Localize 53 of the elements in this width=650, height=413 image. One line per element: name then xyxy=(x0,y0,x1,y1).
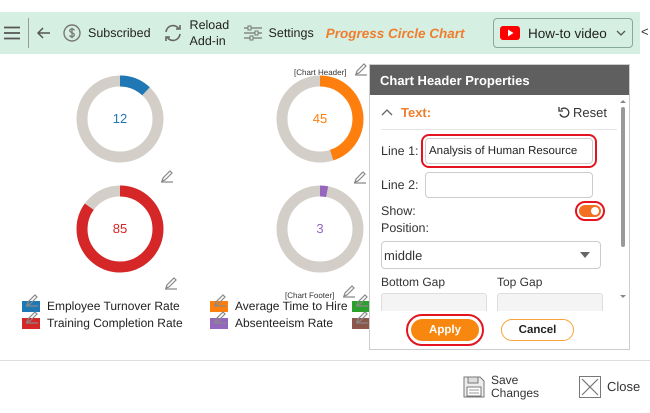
pencil-icon[interactable] xyxy=(25,293,39,307)
save-changes-button[interactable]: Save Changes xyxy=(463,374,539,400)
play-icon xyxy=(500,26,520,40)
subscribed-button[interactable]: Subscribed xyxy=(63,24,151,42)
field-label: Position: xyxy=(381,221,430,235)
reset-icon xyxy=(558,106,570,118)
cancel-button[interactable]: Cancel xyxy=(501,319,574,341)
close-button[interactable]: Close xyxy=(579,376,640,398)
pencil-icon[interactable] xyxy=(342,284,356,298)
field-label: Line 2: xyxy=(381,178,420,192)
pencil-icon[interactable] xyxy=(353,170,367,184)
chevron-down-icon xyxy=(616,30,626,36)
field-label: Show: xyxy=(381,204,416,218)
reset-button[interactable]: Reset xyxy=(558,104,607,120)
position-select[interactable]: middle xyxy=(381,241,601,269)
reload-icon xyxy=(162,24,183,42)
close-icon xyxy=(579,376,601,398)
back-arrow-icon[interactable] xyxy=(37,27,51,39)
number-field[interactable] xyxy=(381,293,487,311)
circle-value: 12 xyxy=(112,111,128,127)
panel-title: Chart Header Properties xyxy=(370,65,629,95)
legend-label: Average Time to Hire xyxy=(235,299,348,313)
sliders-icon xyxy=(244,25,262,41)
field-label: Top Gap xyxy=(497,275,544,289)
chevron-up-icon[interactable] xyxy=(381,108,393,116)
circle-value: 45 xyxy=(312,111,328,127)
circle-value: 85 xyxy=(112,221,128,237)
dollar-icon xyxy=(63,24,81,42)
pencil-icon[interactable] xyxy=(355,293,369,307)
toggle-switch[interactable] xyxy=(579,205,601,217)
pencil-icon[interactable] xyxy=(354,62,368,76)
legend-label: Training Completion Rate xyxy=(47,316,183,330)
field-label: Line 1: xyxy=(381,144,420,158)
chart-footer-placeholder[interactable]: [Chart Footer] xyxy=(285,291,334,300)
pencil-icon[interactable] xyxy=(160,169,174,183)
circle-value: 3 xyxy=(316,221,324,237)
pencil-icon[interactable] xyxy=(355,310,369,324)
text-field[interactable] xyxy=(425,172,593,198)
video-dropdown[interactable]: How-to video xyxy=(493,18,633,48)
legend-label: Employee Turnover Rate xyxy=(47,299,180,313)
reload-button[interactable]: Reload Add-in xyxy=(162,17,232,49)
field-label: Bottom Gap xyxy=(381,275,446,289)
dropdown-arrow-icon xyxy=(580,252,590,258)
app-title: Progress Circle Chart xyxy=(326,26,465,40)
pencil-icon[interactable] xyxy=(25,310,39,324)
settings-button[interactable]: Settings xyxy=(244,25,314,41)
chart-header-placeholder[interactable]: [Chart Header] xyxy=(294,68,346,77)
number-field[interactable] xyxy=(497,293,603,311)
pencil-icon[interactable] xyxy=(164,276,178,290)
pencil-icon[interactable] xyxy=(213,310,227,324)
menu-icon[interactable] xyxy=(4,26,20,40)
pencil-icon[interactable] xyxy=(213,293,227,307)
legend-label: Absenteeism Rate xyxy=(235,316,334,330)
